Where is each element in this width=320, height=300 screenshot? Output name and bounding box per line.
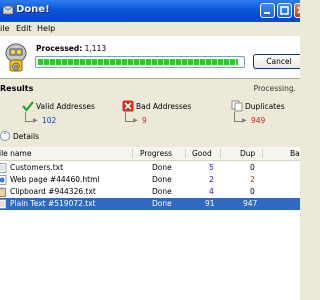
arrow-icon: ▶ <box>242 117 247 124</box>
table-row[interactable]: Web page #44460.html Done 2 2 <box>0 174 300 186</box>
text-file-icon <box>0 163 7 173</box>
bad-addresses-label: Bad Addresses <box>136 102 192 111</box>
text-file-icon <box>0 199 7 209</box>
file-name: Clipboard #944326.txt <box>10 187 96 196</box>
valid-addresses-count[interactable]: 102 <box>42 116 56 125</box>
file-name: Customers.txt <box>10 163 64 172</box>
svg-text:@: @ <box>12 62 21 72</box>
email-robot-icon: @ <box>5 43 27 72</box>
title-bar[interactable]: Done! <box>0 0 300 22</box>
file-name: Plain Text #519072.txt <box>10 199 96 208</box>
close-button[interactable] <box>294 3 300 18</box>
dup-cell: 947 <box>243 199 258 208</box>
column-header-progress[interactable]: Progress <box>140 149 172 158</box>
tree-bracket <box>234 112 242 122</box>
tree-bracket <box>125 112 133 122</box>
minimize-icon <box>264 12 270 14</box>
duplicates-label: Duplicates <box>245 102 285 111</box>
good-cell: 2 <box>209 175 214 184</box>
good-cell: 5 <box>209 163 214 172</box>
close-icon <box>297 6 300 14</box>
progress-cell: Done <box>152 199 172 208</box>
table-row-selected[interactable]: Plain Text #519072.txt Done 91 947 <box>0 198 300 210</box>
arrow-icon: ▶ <box>33 117 38 124</box>
cancel-button[interactable]: Cancel <box>253 54 300 69</box>
processing-status: Processing. <box>253 84 296 93</box>
bad-addresses-count[interactable]: 9 <box>142 116 147 125</box>
column-divider[interactable] <box>220 149 221 158</box>
tree-bracket <box>25 112 33 122</box>
done-dialog-window: Done! ile Edit Help @ Processed: 1,113 C… <box>0 0 300 300</box>
progress-bar-fill <box>38 59 238 65</box>
arrow-icon: ▶ <box>133 117 138 124</box>
divider <box>0 78 300 79</box>
file-name: Web page #44460.html <box>10 175 100 184</box>
progress-cell: Done <box>152 175 172 184</box>
column-header-good[interactable]: Good <box>192 149 212 158</box>
good-cell: 91 <box>205 199 215 208</box>
minimize-button[interactable] <box>260 3 275 18</box>
menu-edit[interactable]: Edit <box>16 24 32 33</box>
column-divider[interactable] <box>262 149 263 158</box>
table-row[interactable]: Clipboard #944326.txt Done 4 0 <box>0 186 300 198</box>
progress-bar <box>35 56 245 68</box>
processed-caption: Processed: <box>36 44 83 53</box>
menu-file[interactable]: ile <box>0 24 9 33</box>
red-x-icon <box>122 100 134 112</box>
good-cell: 4 <box>209 187 214 196</box>
processed-label: Processed: 1,113 <box>36 44 106 53</box>
duplicates-count[interactable]: 949 <box>251 116 265 125</box>
processed-count: 1,113 <box>84 44 107 53</box>
checkmark-icon <box>22 101 34 112</box>
clipboard-icon <box>0 187 6 197</box>
column-header-dup[interactable]: Dup <box>240 149 255 158</box>
menu-bar: ile Edit Help <box>0 22 300 36</box>
dup-cell: 0 <box>250 163 255 172</box>
email-extractor-app-icon <box>2 5 14 15</box>
progress-cell: Done <box>152 163 172 172</box>
window-title: Done! <box>16 4 50 15</box>
maximize-icon <box>280 6 289 15</box>
column-header-bad[interactable]: Ba <box>290 149 300 158</box>
html-file-icon <box>0 175 7 185</box>
table-row[interactable]: Customers.txt Done 5 0 <box>0 162 300 174</box>
column-divider[interactable] <box>185 149 186 158</box>
column-divider[interactable] <box>132 149 133 158</box>
column-header-file-name[interactable]: ile name <box>0 149 31 158</box>
valid-addresses-label: Valid Addresses <box>36 102 95 111</box>
progress-cell: Done <box>152 187 172 196</box>
maximize-button[interactable] <box>277 3 292 18</box>
menu-help[interactable]: Help <box>37 24 55 33</box>
duplicate-pages-icon <box>231 100 243 112</box>
results-heading: Results <box>0 84 34 93</box>
file-list-table: ile name Progress Good Dup Ba Customers.… <box>0 147 300 300</box>
table-header: ile name Progress Good Dup Ba <box>0 147 300 161</box>
dup-cell: 0 <box>250 187 255 196</box>
dup-cell: 2 <box>250 175 255 184</box>
details-label: Details <box>13 132 40 141</box>
chevron-up-icon[interactable]: ⌃ <box>0 131 10 141</box>
progress-panel: @ Processed: 1,113 Cancel <box>0 36 300 78</box>
